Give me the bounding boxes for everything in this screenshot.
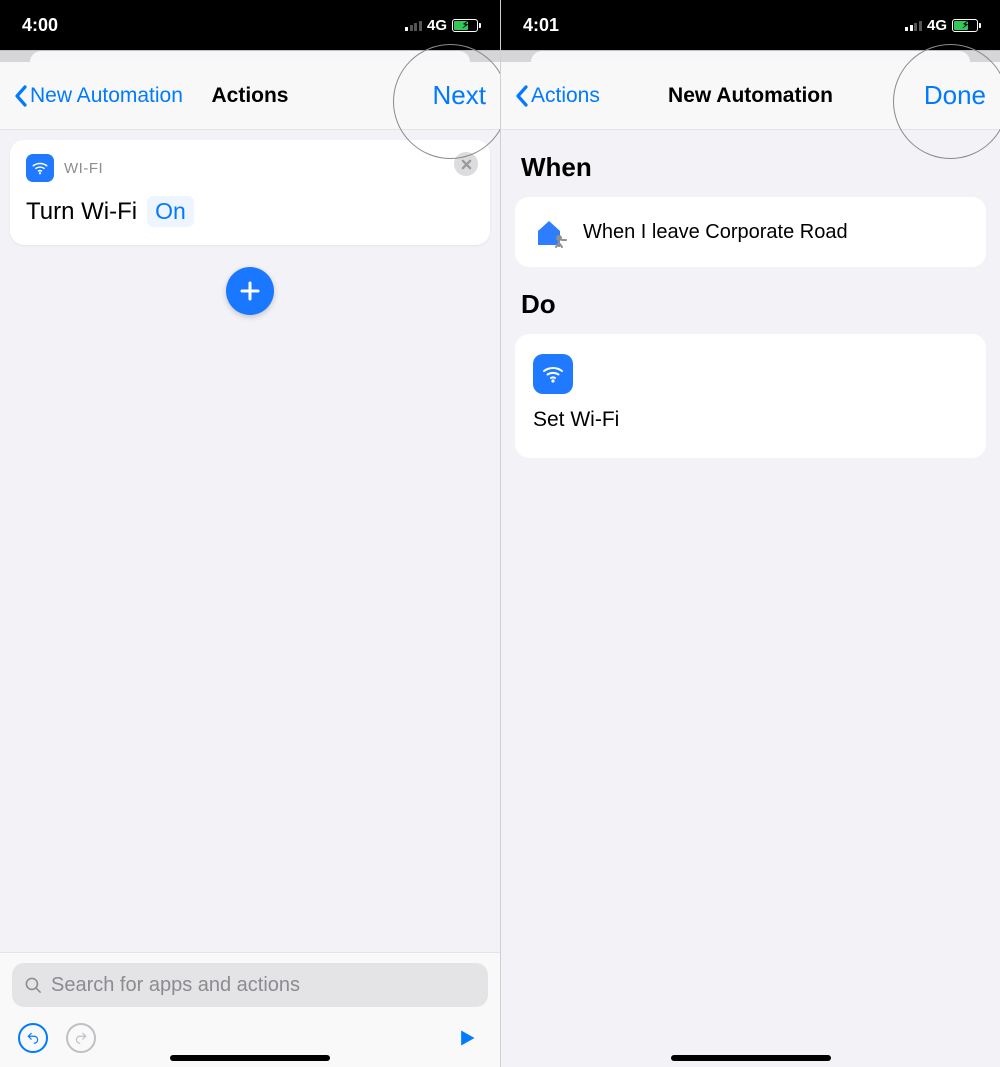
search-input[interactable]: Search for apps and actions <box>12 963 488 1007</box>
status-time: 4:00 <box>22 15 58 36</box>
remove-action-button[interactable] <box>454 152 478 176</box>
undo-button[interactable] <box>18 1023 48 1053</box>
add-action-button[interactable] <box>226 267 274 315</box>
chevron-left-icon <box>14 85 28 107</box>
redo-button[interactable] <box>66 1023 96 1053</box>
plus-icon <box>238 279 262 303</box>
status-right: 4G ⚡︎ <box>405 17 478 34</box>
do-heading: Do <box>521 289 980 320</box>
action-param[interactable]: On <box>147 196 194 227</box>
back-button[interactable]: New Automation <box>14 84 183 108</box>
undo-icon <box>26 1031 40 1045</box>
leave-home-icon <box>533 215 567 249</box>
battery-icon: ⚡︎ <box>952 19 978 32</box>
do-text: Set Wi-Fi <box>533 408 619 432</box>
play-icon <box>457 1028 477 1048</box>
when-text: When I leave Corporate Road <box>583 221 848 244</box>
signal-icon <box>405 19 422 31</box>
content-area: When When I leave Corporate Road Do Set … <box>501 130 1000 1067</box>
action-text: Turn Wi-Fi <box>26 198 137 226</box>
search-icon <box>24 976 43 995</box>
close-icon <box>461 159 472 170</box>
status-bar: 4:01 4G ⚡︎ <box>501 0 1000 50</box>
action-category: WI-FI <box>64 160 103 177</box>
screenshot-left: 4:00 4G ⚡︎ New Automation Actions Next W… <box>0 0 500 1067</box>
back-label: Actions <box>531 84 600 108</box>
network-label: 4G <box>927 17 947 34</box>
nav-bar: New Automation Actions Next <box>0 62 500 130</box>
nav-bar: Actions New Automation Done <box>501 62 1000 130</box>
network-label: 4G <box>427 17 447 34</box>
search-placeholder: Search for apps and actions <box>51 974 300 997</box>
wifi-icon <box>533 354 573 394</box>
battery-icon: ⚡︎ <box>452 19 478 32</box>
status-time: 4:01 <box>523 15 559 36</box>
bottom-panel: Search for apps and actions <box>0 952 500 1067</box>
redo-icon <box>74 1031 88 1045</box>
wifi-icon <box>26 154 54 182</box>
home-indicator[interactable] <box>671 1055 831 1061</box>
action-card[interactable]: WI-FI Turn Wi-Fi On <box>10 140 490 245</box>
chevron-left-icon <box>515 85 529 107</box>
done-button[interactable]: Done <box>924 80 986 111</box>
next-button[interactable]: Next <box>433 80 486 111</box>
signal-icon <box>905 19 922 31</box>
when-row[interactable]: When I leave Corporate Road <box>515 197 986 267</box>
content-area: WI-FI Turn Wi-Fi On <box>0 130 500 1067</box>
screenshot-right: 4:01 4G ⚡︎ Actions New Automation Done W… <box>500 0 1000 1067</box>
back-button[interactable]: Actions <box>515 84 600 108</box>
home-indicator[interactable] <box>170 1055 330 1061</box>
when-heading: When <box>521 152 980 183</box>
status-right: 4G ⚡︎ <box>905 17 978 34</box>
run-button[interactable] <box>452 1023 482 1053</box>
card-stack-indicator <box>0 50 500 62</box>
do-row[interactable]: Set Wi-Fi <box>515 334 986 458</box>
back-label: New Automation <box>30 84 183 108</box>
card-stack-indicator <box>501 50 1000 62</box>
status-bar: 4:00 4G ⚡︎ <box>0 0 500 50</box>
